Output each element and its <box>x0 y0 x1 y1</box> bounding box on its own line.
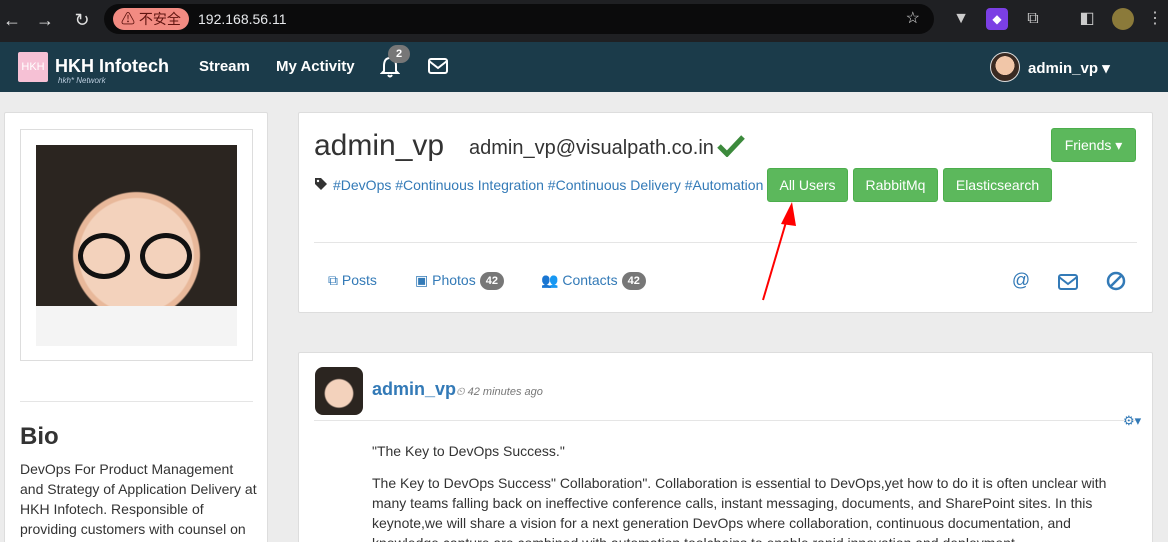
tab-photos[interactable]: ▣ Photos 42 <box>415 272 504 290</box>
post-body: The Key to DevOps Success" Collaboration… <box>372 475 1107 542</box>
all-users-button[interactable]: All Users <box>767 168 848 202</box>
notification-badge[interactable]: 2 <box>388 45 410 63</box>
tags-icon <box>315 178 327 190</box>
elasticsearch-button[interactable]: Elasticsearch <box>943 168 1052 202</box>
bio-heading: Bio <box>20 423 59 450</box>
post-card: admin_vp ⏲ 42 minutes ago ⚙▾ "The Key to… <box>298 352 1153 542</box>
block-icon[interactable] <box>1106 271 1126 291</box>
sidebar-divider <box>20 401 253 402</box>
glasses-right <box>140 233 192 279</box>
url-text[interactable]: 192.168.56.11 <box>198 4 287 34</box>
post-title: "The Key to DevOps Success." <box>372 443 565 459</box>
mention-icon[interactable]: @ <box>1011 270 1031 290</box>
post-author[interactable]: admin_vp <box>372 379 456 400</box>
contacts-count-badge: 42 <box>621 272 646 290</box>
profile-tags[interactable]: #DevOps #Continuous Integration #Continu… <box>333 177 763 193</box>
photos-count-badge: 42 <box>479 272 504 290</box>
brand-subtitle: hkh* Network <box>58 76 106 85</box>
extension-v-icon[interactable]: ▼ <box>950 8 972 30</box>
insecure-badge[interactable]: ⚠ 不安全 <box>113 8 189 30</box>
address-bar[interactable]: ⚠ 不安全 192.168.56.11 ☆ <box>104 4 934 34</box>
side-panel-icon[interactable]: ◧ <box>1076 8 1098 30</box>
profile-sidebar: Bio DevOps For Product Management and St… <box>4 112 268 542</box>
bookmark-star-icon[interactable]: ☆ <box>906 4 920 34</box>
menu-dots-icon[interactable]: ⋮ <box>1144 8 1166 30</box>
message-icon[interactable] <box>1058 272 1078 292</box>
profile-photo[interactable] <box>36 145 237 346</box>
reload-icon[interactable]: ↻ <box>70 8 94 32</box>
profile-email: admin_vp@visualpath.co.in <box>469 137 714 159</box>
forward-icon[interactable]: → <box>33 8 57 32</box>
extension-purple-icon[interactable]: ◆ <box>986 8 1008 30</box>
photos-icon: ▣ <box>415 272 429 288</box>
profile-header-card: admin_vp admin_vp@visualpath.co.in #DevO… <box>298 112 1153 313</box>
post-author-avatar[interactable] <box>315 367 363 415</box>
profile-avatar-icon[interactable] <box>1112 8 1134 30</box>
photo-shirt <box>36 306 237 346</box>
contacts-icon: 👥 <box>541 272 559 288</box>
brand-title[interactable]: HKH Infotech <box>55 56 169 77</box>
posts-icon: ⧉ <box>328 272 338 288</box>
tab-posts[interactable]: ⧉ Posts <box>328 272 377 289</box>
post-settings-gear-icon[interactable]: ⚙▾ <box>1123 413 1141 429</box>
glasses-left <box>78 233 130 279</box>
mail-icon[interactable] <box>428 58 448 74</box>
profile-name: admin_vp <box>314 129 445 162</box>
nav-stream[interactable]: Stream <box>199 58 250 75</box>
profile-card-divider <box>314 242 1137 243</box>
back-icon[interactable]: ← <box>0 8 24 32</box>
post-divider <box>314 420 1137 421</box>
verified-check-icon <box>717 135 745 157</box>
user-menu[interactable]: admin_vp ▾ <box>1028 59 1110 77</box>
tab-contacts[interactable]: 👥 Contacts 42 <box>541 272 646 290</box>
friends-dropdown-button[interactable]: Friends ▾ <box>1051 128 1136 162</box>
bio-text: DevOps For Product Management and Strate… <box>20 461 257 537</box>
profile-photo-frame <box>20 129 253 361</box>
logo-icon[interactable]: HKH <box>18 52 48 82</box>
browser-toolbar: ← → ↻ ⚠ 不安全 192.168.56.11 ☆ ▼ ◆ ⧉ ◧ ⋮ <box>0 0 1168 42</box>
nav-my-activity[interactable]: My Activity <box>276 58 355 75</box>
rabbitmq-button[interactable]: RabbitMq <box>853 168 938 202</box>
extensions-puzzle-icon[interactable]: ⧉ <box>1022 8 1044 30</box>
user-avatar[interactable] <box>990 52 1020 82</box>
post-timestamp: ⏲ 42 minutes ago <box>456 386 543 398</box>
